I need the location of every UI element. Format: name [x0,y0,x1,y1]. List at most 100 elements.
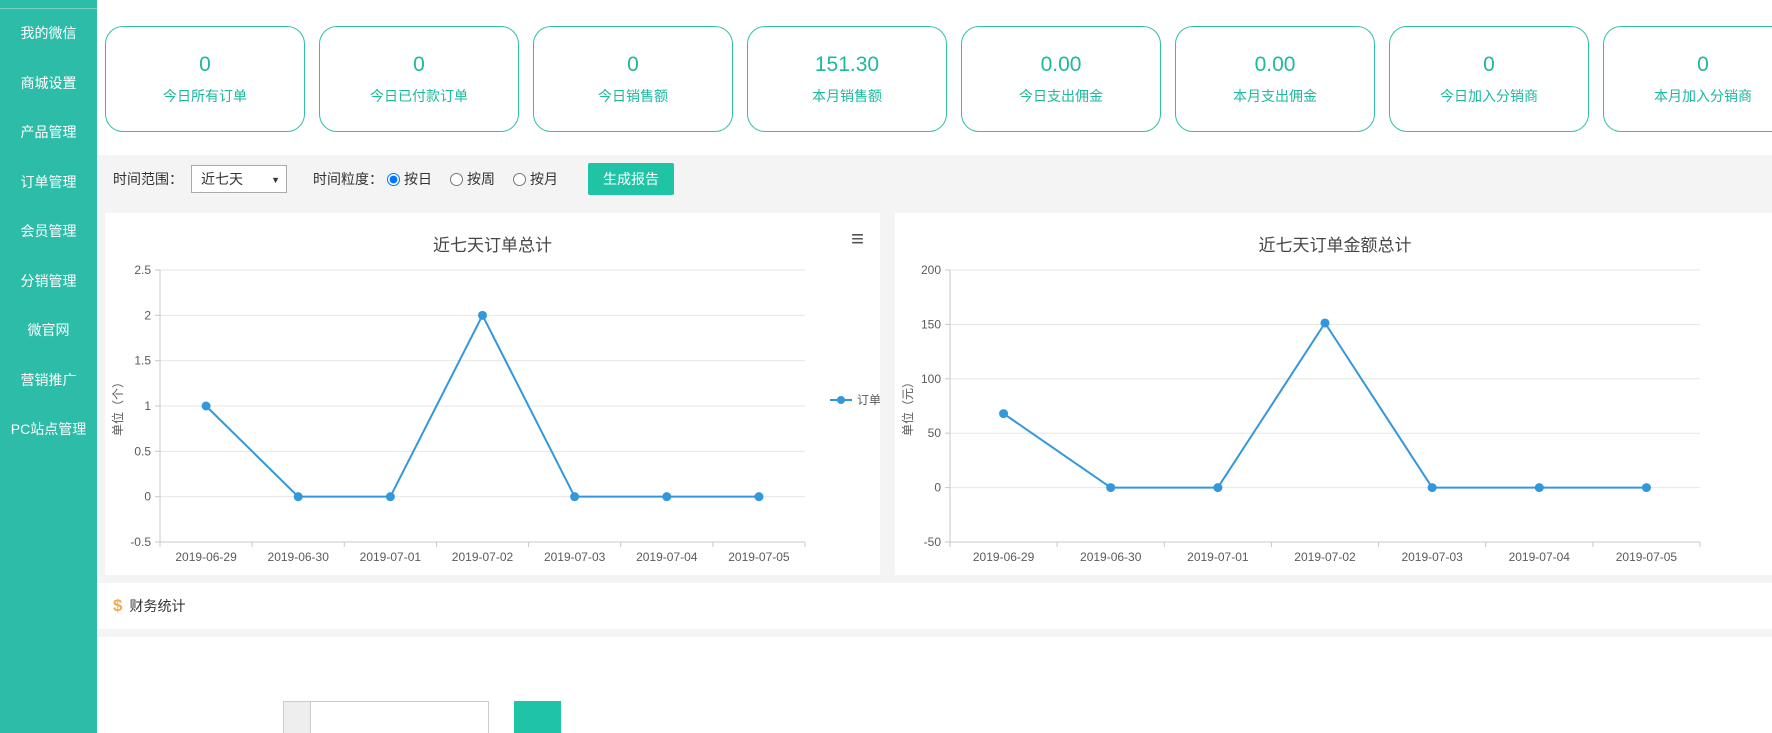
time-range-value: 近七天 [201,171,243,187]
granularity-label: 时间粒度： [313,169,383,189]
orders-chart-panel: 近七天订单总计 ≡ 2.521.510.50-0.52019-06-292019… [105,213,880,575]
svg-text:0: 0 [934,481,941,495]
svg-text:200: 200 [921,263,941,277]
stat-label: 今日销售额 [598,86,668,106]
stat-label: 本月加入分销商 [1654,86,1752,106]
generate-report-button[interactable]: 生成报告 [588,163,674,195]
orders-line-chart: 2.521.510.50-0.52019-06-292019-06-302019… [105,213,880,575]
stat-value: 0.00 [1255,53,1296,77]
svg-text:-50: -50 [924,535,942,549]
finance-controls [97,637,1772,733]
finance-action-button[interactable] [514,701,561,733]
stat-label: 今日所有订单 [163,86,247,106]
svg-text:2019-07-01: 2019-07-01 [360,550,422,564]
finance-body [97,637,1772,733]
stat-value: 0.00 [1041,53,1082,77]
time-range-label: 时间范围： [113,169,183,189]
stat-card-month-sales: 151.30 本月销售额 [747,26,947,132]
stat-value: 0 [1483,53,1495,77]
order-amount-line-chart: 200150100500-502019-06-292019-06-302019-… [895,213,1772,575]
sidebar-item-pc-site[interactable]: PC站点管理 [0,405,97,455]
sidebar-item-micro-site[interactable]: 微官网 [0,306,97,356]
radio-by-month-label: 按月 [530,169,558,189]
sidebar-item-wechat[interactable]: 我的微信 [0,9,97,59]
svg-text:2019-07-04: 2019-07-04 [636,550,698,564]
stats-section: 0 今日所有订单 0 今日已付款订单 0 今日销售额 151.30 本月销售额 … [97,0,1772,155]
svg-text:2019-06-30: 2019-06-30 [268,550,330,564]
svg-text:2019-06-30: 2019-06-30 [1080,550,1142,564]
svg-text:2019-07-05: 2019-07-05 [1616,550,1678,564]
time-range-select[interactable]: 近七天 ▼ [191,165,287,193]
order-amount-chart-title: 近七天订单金额总计 [895,231,1772,256]
stat-label: 今日已付款订单 [370,86,468,106]
svg-text:2019-07-04: 2019-07-04 [1509,550,1571,564]
stat-value: 0 [627,53,639,77]
radio-by-day[interactable]: 按日 [387,169,432,189]
chart-legend[interactable]: 订单 [830,393,880,407]
stats-row: 0 今日所有订单 0 今日已付款订单 0 今日销售额 151.30 本月销售额 … [105,26,1772,132]
stat-card-month-commission: 0.00 本月支出佣金 [1175,26,1375,132]
dollar-icon: $ [113,596,122,616]
stat-label: 今日支出佣金 [1019,86,1103,106]
radio-by-month[interactable]: 按月 [513,169,558,189]
input-addon [283,701,311,733]
radio-by-week-input[interactable] [450,173,463,186]
radio-by-week[interactable]: 按周 [450,169,495,189]
svg-text:2019-07-03: 2019-07-03 [1401,550,1463,564]
stat-value: 0 [413,53,425,77]
stat-card-today-distributors: 0 今日加入分销商 [1389,26,1589,132]
sidebar-item-products[interactable]: 产品管理 [0,108,97,158]
radio-by-week-label: 按周 [467,169,495,189]
radio-by-day-label: 按日 [404,169,432,189]
charts-section: 近七天订单总计 ≡ 2.521.510.50-0.52019-06-292019… [97,213,1772,575]
stat-label: 今日加入分销商 [1440,86,1538,106]
stat-card-today-commission: 0.00 今日支出佣金 [961,26,1161,132]
finance-search-input[interactable] [311,701,489,733]
radio-by-day-input[interactable] [387,173,400,186]
chevron-down-icon: ▼ [271,166,280,194]
order-amount-chart-panel: 近七天订单金额总计 200150100500-502019-06-292019-… [895,213,1772,575]
svg-text:2019-07-01: 2019-07-01 [1187,550,1249,564]
radio-by-month-input[interactable] [513,173,526,186]
stat-value: 0 [199,53,211,77]
stat-label: 本月销售额 [812,86,882,106]
sidebar-item-marketing[interactable]: 营销推广 [0,356,97,406]
svg-text:0: 0 [144,490,151,504]
app-root: 我的微信 商城设置 产品管理 订单管理 会员管理 分销管理 微官网 营销推广 P… [0,0,1772,733]
svg-text:1: 1 [144,399,151,413]
svg-text:2019-07-03: 2019-07-03 [544,550,606,564]
stat-label: 本月支出佣金 [1233,86,1317,106]
filter-bar: 时间范围： 近七天 ▼ 时间粒度： 按日 按周 按月 [97,155,1772,203]
svg-text:2: 2 [144,308,151,322]
sidebar: 我的微信 商城设置 产品管理 订单管理 会员管理 分销管理 微官网 营销推广 P… [0,0,97,733]
svg-text:订单: 订单 [857,393,880,407]
sidebar-nav: 我的微信 商城设置 产品管理 订单管理 会员管理 分销管理 微官网 营销推广 P… [0,8,97,455]
svg-text:0.5: 0.5 [134,444,151,458]
stat-card-month-distributors: 0 本月加入分销商 [1603,26,1772,132]
svg-text:100: 100 [921,372,941,386]
svg-text:2019-07-05: 2019-07-05 [728,550,790,564]
svg-text:2.5: 2.5 [134,263,151,277]
main-content: 0 今日所有订单 0 今日已付款订单 0 今日销售额 151.30 本月销售额 … [97,0,1772,733]
chart-menu-icon[interactable]: ≡ [851,229,864,249]
stat-card-today-paid-orders: 0 今日已付款订单 [319,26,519,132]
stat-card-today-sales: 0 今日销售额 [533,26,733,132]
svg-text:2019-06-29: 2019-06-29 [175,550,237,564]
sidebar-item-shop-settings[interactable]: 商城设置 [0,59,97,109]
granularity-radio-group: 按日 按周 按月 [387,169,558,189]
finance-section-header: $ 财务统计 [97,583,1772,629]
stat-card-today-orders: 0 今日所有订单 [105,26,305,132]
svg-text:单位（个）: 单位（个） [110,376,125,436]
svg-text:2019-06-29: 2019-06-29 [973,550,1035,564]
stat-value: 0 [1697,53,1709,77]
sidebar-item-members[interactable]: 会员管理 [0,207,97,257]
finance-title: 财务统计 [129,596,185,616]
svg-text:150: 150 [921,317,941,331]
sidebar-item-distribution[interactable]: 分销管理 [0,257,97,307]
orders-chart-title: 近七天订单总计 [105,231,880,256]
svg-text:单位（元）: 单位（元） [900,376,915,436]
stat-value: 151.30 [815,53,879,77]
sidebar-item-orders[interactable]: 订单管理 [0,158,97,208]
svg-text:1.5: 1.5 [134,354,151,368]
svg-text:2019-07-02: 2019-07-02 [452,550,514,564]
